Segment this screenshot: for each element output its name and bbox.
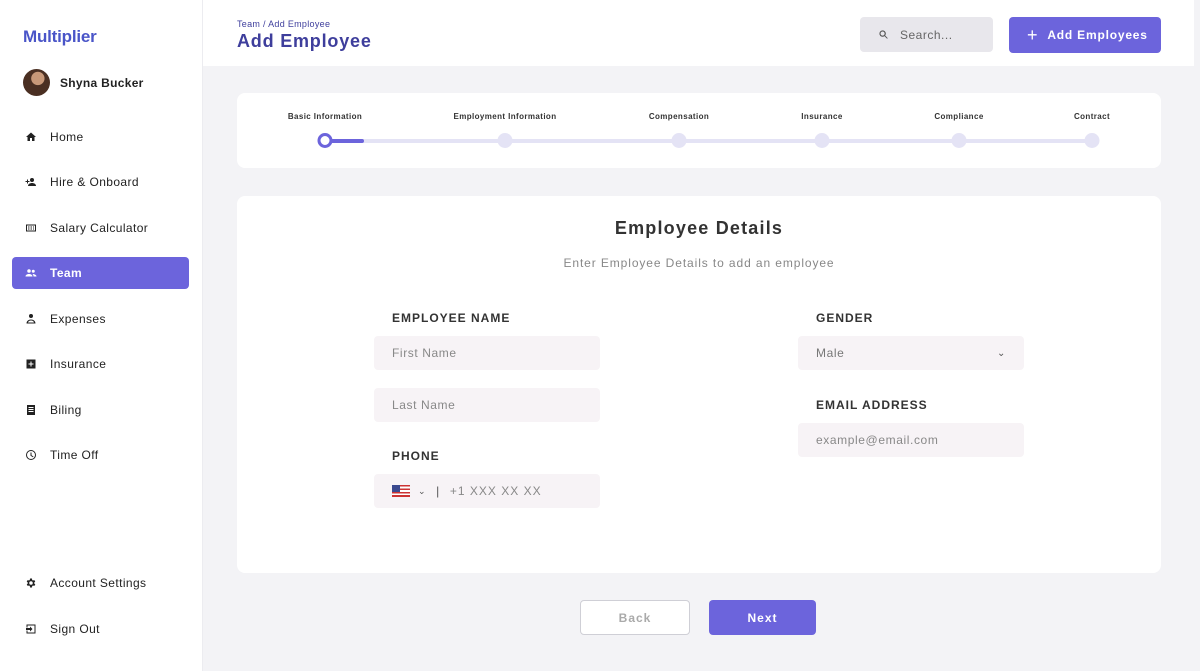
chevron-down-icon[interactable]: ⌄ [418,486,426,497]
search-icon [879,30,888,39]
phone-label: PHONE [392,449,440,463]
page-title: Add Employee [237,31,372,51]
phone-field: ⌄ | [374,474,600,508]
person-add-icon [24,175,38,189]
add-employees-button[interactable]: + Add Employees [1009,17,1161,53]
email-address-label: EMAIL ADDRESS [816,398,928,412]
gender-select[interactable]: Male ⌄ [798,336,1024,370]
sidebar-item-label: Team [50,266,83,280]
step-dot-employment-information[interactable] [497,133,513,148]
user-profile[interactable]: Shyna Bucker [23,69,144,96]
phone-input[interactable] [449,484,580,498]
sidebar-item-label: Account Settings [50,576,147,590]
people-icon [24,266,38,280]
step-dot-basic-information[interactable] [317,133,333,148]
search-input[interactable] [900,27,985,42]
step-label-compensation: Compensation [648,112,710,121]
employee-name-label: EMPLOYEE NAME [392,311,511,325]
sign-out-icon [24,622,38,636]
progress-stepper: Basic Information Employment Information… [237,93,1161,168]
sidebar-item-salary-calculator[interactable]: Salary Calculator [12,212,189,244]
profile-name: Shyna Bucker [60,75,144,90]
sidebar-item-label: Hire & Onboard [50,175,139,189]
gear-icon [24,576,38,590]
gender-label: GENDER [816,311,874,325]
calculator-icon [24,221,38,235]
search-box[interactable] [860,17,993,52]
sidebar: Multiplier Shyna Bucker Home Hire & Onbo… [0,0,203,671]
chevron-down-icon: ⌄ [997,347,1006,359]
sidebar-item-insurance[interactable]: Insurance [12,348,189,380]
sidebar-item-label: Salary Calculator [50,221,149,235]
step-label-contract: Contract [1073,112,1111,121]
breadcrumb[interactable]: Team / Add Employee [237,19,330,29]
employee-details-form: Employee Details Enter Employee Details … [237,196,1161,573]
first-name-input[interactable] [374,336,600,370]
sidebar-item-label: Time Off [50,448,99,462]
sidebar-item-label: Insurance [50,357,107,371]
step-dot-contract[interactable] [1084,133,1100,148]
avatar [23,69,50,96]
sidebar-item-expenses[interactable]: Expenses [12,303,189,335]
sidebar-item-label: Sign Out [50,622,100,636]
sidebar-item-label: Biling [50,403,82,417]
form-subtitle: Enter Employee Details to add an employe… [563,256,835,270]
home-icon [24,130,38,144]
step-dot-compensation[interactable] [671,133,687,148]
step-dot-insurance[interactable] [814,133,830,148]
sidebar-item-account-settings[interactable]: Account Settings [12,567,189,599]
sidebar-item-team[interactable]: Team [12,257,189,289]
sidebar-item-hire-onboard[interactable]: Hire & Onboard [12,166,189,198]
step-label-compliance: Compliance [934,112,984,121]
receipt-icon [24,312,38,326]
app-logo[interactable]: Multiplier [23,27,97,47]
next-button[interactable]: Next [709,600,816,635]
email-input[interactable] [798,423,1024,457]
last-name-input[interactable] [374,388,600,422]
sidebar-item-label: Home [50,130,84,144]
sidebar-item-home[interactable]: Home [12,121,189,153]
step-label-basic-information: Basic Information [287,112,363,121]
phone-separator: | [436,484,440,498]
medical-cross-icon [24,357,38,371]
plus-icon: + [1027,25,1039,45]
sidebar-item-time-off[interactable]: Time Off [12,439,189,471]
add-employees-label: Add Employees [1047,28,1148,42]
sidebar-item-billing[interactable]: Biling [12,394,189,426]
step-dot-compliance[interactable] [951,133,967,148]
document-icon [24,403,38,417]
step-label-employment-information: Employment Information [453,112,557,121]
top-header: Team / Add Employee Add Employee + Add E… [203,0,1194,66]
form-title: Employee Details [614,218,784,238]
stepper-track [324,139,1092,143]
sidebar-item-sign-out[interactable]: Sign Out [12,613,189,645]
sidebar-item-label: Expenses [50,312,106,326]
clock-icon [24,448,38,462]
gender-value: Male [816,346,845,360]
back-button[interactable]: Back [580,600,690,635]
us-flag-icon[interactable] [392,485,410,497]
step-label-insurance: Insurance [801,112,843,121]
